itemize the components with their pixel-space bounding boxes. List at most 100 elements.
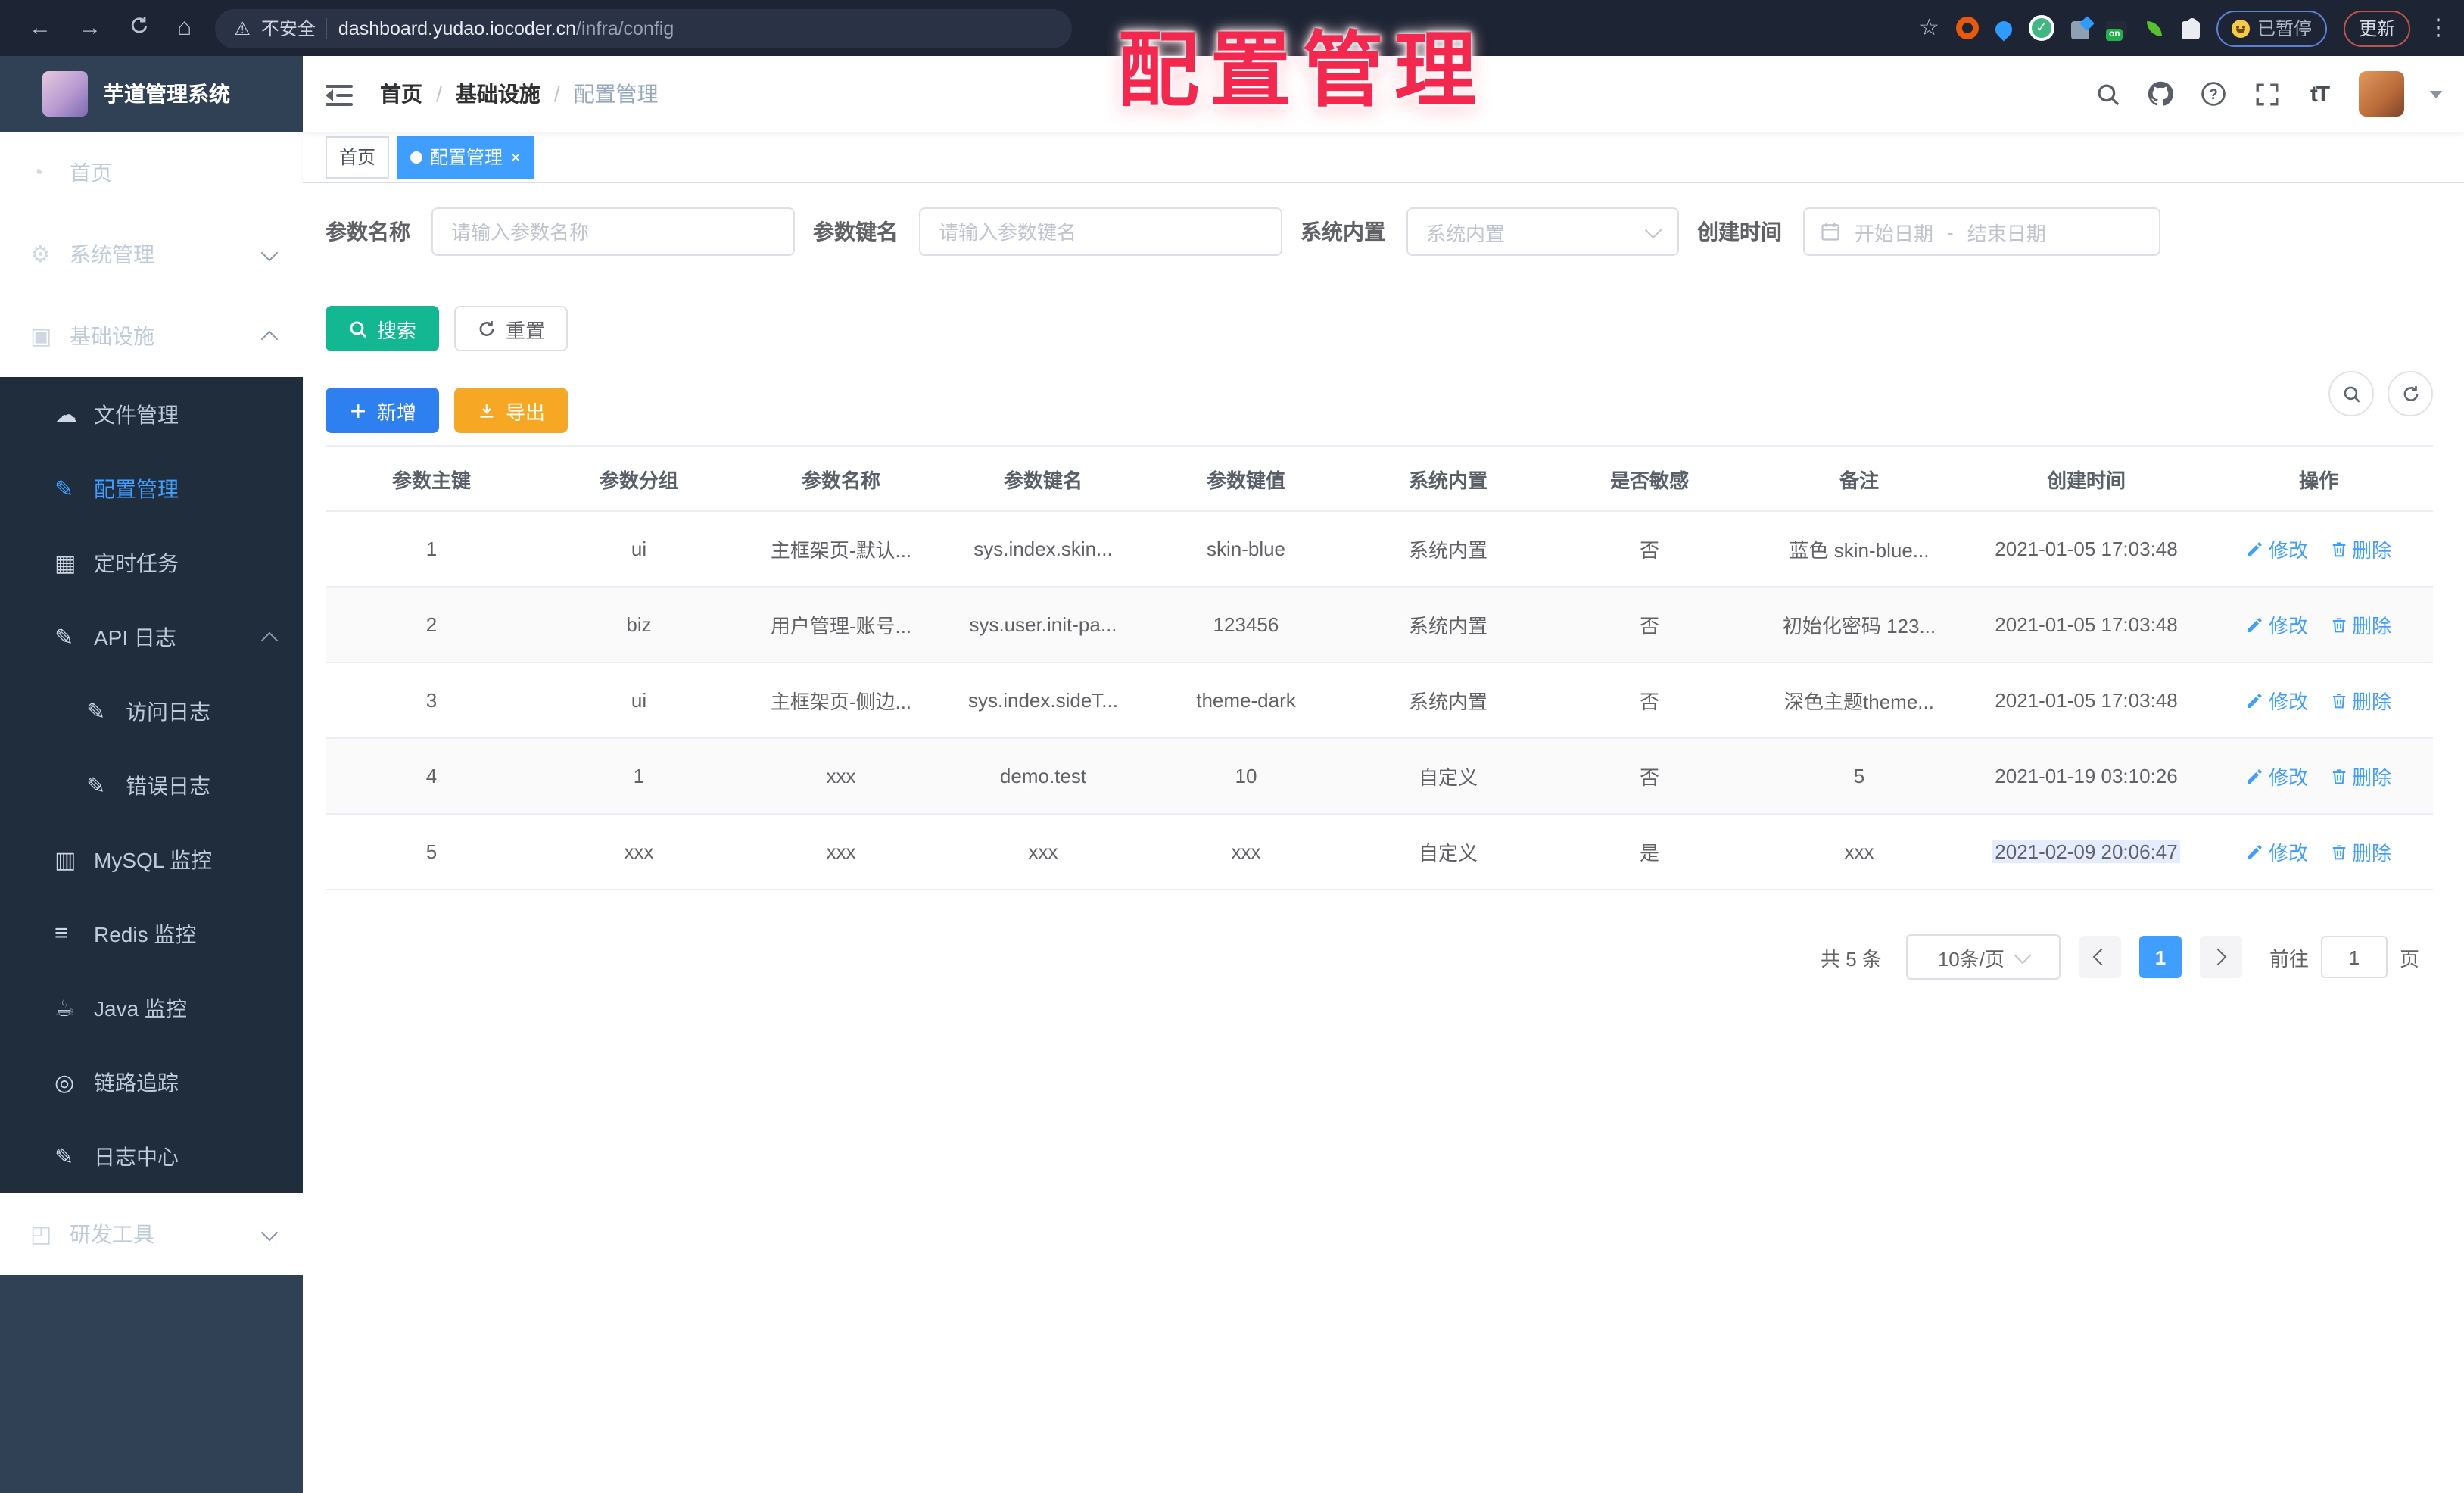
sidebar-item-job[interactable]: ▦ 定时任务 <box>0 525 303 600</box>
log-icon: ✎ <box>55 625 74 650</box>
app-logo[interactable]: 芋道管理系统 <box>0 56 303 132</box>
breadcrumb-home[interactable]: 首页 <box>380 79 422 109</box>
chevron-left-icon <box>2093 948 2111 966</box>
delete-link[interactable]: 删除 <box>2329 610 2391 639</box>
svg-text:?: ? <box>2209 87 2218 103</box>
font-size-icon[interactable]: tT <box>2306 80 2333 108</box>
breadcrumb: 首页 / 基础设施 / 配置管理 <box>380 79 659 109</box>
profile-paused-chip[interactable]: 已暂停 <box>2216 10 2327 46</box>
extension-leaf-icon[interactable] <box>2146 20 2162 36</box>
table-body: 1 ui 主框架页-默认... sys.index.skin... skin-b… <box>326 512 2433 890</box>
param-key-input[interactable] <box>919 207 1282 256</box>
table-cell: xxx <box>826 840 856 863</box>
sidebar-item-access-log[interactable]: ✎ 访问日志 <box>0 674 303 748</box>
sidebar-item-devtools[interactable]: ◰ 研发工具 <box>0 1193 303 1275</box>
edit-pencil-icon <box>2248 617 2263 631</box>
sidebar-group: ◰ 研发工具 <box>0 1193 303 1275</box>
edit-link[interactable]: 修改 <box>2246 837 2308 866</box>
table-cell: 2021-01-05 17:03:48 <box>1995 613 2178 636</box>
trash-icon <box>2332 768 2345 784</box>
table-cell: 自定义 <box>1418 766 1478 789</box>
page-1-button[interactable]: 1 <box>2138 936 2182 978</box>
sidebar-item-error-log[interactable]: ✎ 错误日志 <box>0 748 303 822</box>
sidebar-item-java[interactable]: ☕ Java 监控 <box>0 971 303 1045</box>
sidebar-item-label: 基础设施 <box>70 324 154 348</box>
address-bar[interactable]: 不安全 dashboard.yudao.iocoder.cn/infra/con… <box>214 8 1072 48</box>
sidebar-item-config[interactable]: ✎ 配置管理 <box>0 451 303 525</box>
browser-back-icon[interactable] <box>29 17 51 39</box>
table-cell: 系统内置 <box>1408 615 1487 637</box>
tag-home[interactable]: 首页 <box>326 136 390 178</box>
user-menu-caret-icon[interactable] <box>2430 90 2442 104</box>
browser-extensions-area: ✓ on 已暂停 更新 <box>1919 10 2450 46</box>
sidebar-item-file[interactable]: ☁ 文件管理 <box>0 377 303 451</box>
table-cell: 4 <box>425 765 438 787</box>
param-name-input[interactable] <box>431 207 795 256</box>
sidebar-item-home[interactable]: ◔ 首页 <box>0 132 303 214</box>
sidebar-item-label: 日志中心 <box>94 1144 179 1168</box>
table-cell: 1 <box>633 765 645 787</box>
table-cell: 蓝色 skin-blue... <box>1789 539 1930 562</box>
github-icon[interactable] <box>2147 80 2174 108</box>
browser-update-button[interactable]: 更新 <box>2343 10 2410 46</box>
close-icon[interactable] <box>510 148 521 166</box>
extension-cube-icon[interactable] <box>2070 20 2089 39</box>
prev-page-button[interactable] <box>2078 936 2121 978</box>
collapse-sidebar-icon[interactable] <box>326 85 353 106</box>
fullscreen-icon[interactable] <box>2253 80 2280 108</box>
browser-reload-icon[interactable] <box>129 15 150 41</box>
bookmark-star-icon[interactable] <box>1919 14 1939 42</box>
toggle-search-button[interactable] <box>2328 371 2374 416</box>
sidebar-item-api-log[interactable]: ✎ API 日志 <box>0 600 303 674</box>
trash-icon <box>2332 844 2345 859</box>
browser-forward-icon[interactable] <box>79 17 101 39</box>
reset-button[interactable]: 重置 <box>454 306 568 351</box>
table-cell: 2021-02-09 20:06:47 <box>1968 840 2204 863</box>
goto-page-input[interactable] <box>2320 936 2388 978</box>
user-avatar[interactable] <box>2359 71 2404 117</box>
date-range-picker[interactable]: 开始日期 - 结束日期 <box>1803 207 2160 256</box>
edit-link[interactable]: 修改 <box>2246 610 2308 639</box>
extension-pin-icon[interactable] <box>1992 17 2016 42</box>
extension-switch-icon[interactable]: on <box>2105 21 2127 41</box>
edit-link[interactable]: 修改 <box>2246 686 2308 715</box>
sidebar-item-trace[interactable]: ◎ 链路追踪 <box>0 1045 303 1119</box>
page-content: 参数名称 参数键名 系统内置 系统内置 创建时间 开始日期 - 结束日期 <box>303 183 2464 1493</box>
help-icon[interactable]: ? <box>2200 80 2227 108</box>
search-button[interactable]: 搜索 <box>326 306 440 351</box>
tag-config[interactable]: 配置管理 <box>397 136 535 178</box>
browser-home-icon[interactable] <box>177 16 192 40</box>
sidebar-item-infra[interactable]: ▣ 基础设施 <box>0 295 303 377</box>
column-header: 参数键值 <box>1206 469 1285 491</box>
extensions-puzzle-icon[interactable] <box>2181 17 2200 39</box>
edit-link[interactable]: 修改 <box>2246 535 2308 563</box>
chevron-icon <box>260 243 279 261</box>
delete-link[interactable]: 删除 <box>2329 535 2391 563</box>
next-page-button[interactable] <box>2199 936 2242 978</box>
sidebar-item-system[interactable]: ⚙ 系统管理 <box>0 214 303 295</box>
edit-pencil-icon <box>2248 768 2263 783</box>
security-label: 不安全 <box>260 18 316 39</box>
delete-link[interactable]: 删除 <box>2329 762 2391 790</box>
export-button[interactable]: 导出 <box>454 388 568 433</box>
sidebar-item-redis[interactable]: ≡ Redis 监控 <box>0 896 303 971</box>
browser-menu-icon[interactable] <box>2427 14 2450 42</box>
extension-donut-icon[interactable] <box>1955 17 1979 39</box>
search-icon[interactable] <box>2094 80 2121 108</box>
builtin-label: 系统内置 <box>1301 220 1385 244</box>
table-cell: 2021-01-05 17:03:48 <box>1995 689 2178 712</box>
vue-devtools-icon[interactable]: ✓ <box>2028 15 2054 41</box>
sidebar-item-mysql[interactable]: ▥ MySQL 监控 <box>0 822 303 896</box>
delete-link[interactable]: 删除 <box>2329 686 2391 715</box>
sidebar-item-log-center[interactable]: ✎ 日志中心 <box>0 1119 303 1193</box>
table-row: 1 ui 主框架页-默认... sys.index.skin... skin-b… <box>326 512 2433 588</box>
table-cell: sys.index.sideT... <box>968 689 1118 712</box>
delete-link[interactable]: 删除 <box>2329 837 2391 866</box>
page-size-select[interactable]: 10条/页 <box>1905 934 2061 980</box>
refresh-table-button[interactable] <box>2388 371 2433 416</box>
sidebar-item-label: Java 监控 <box>94 996 187 1020</box>
add-button[interactable]: 新增 <box>326 388 440 433</box>
builtin-select[interactable]: 系统内置 <box>1406 207 1679 256</box>
edit-link[interactable]: 修改 <box>2246 762 2308 790</box>
breadcrumb-infra[interactable]: 基础设施 <box>456 79 540 109</box>
